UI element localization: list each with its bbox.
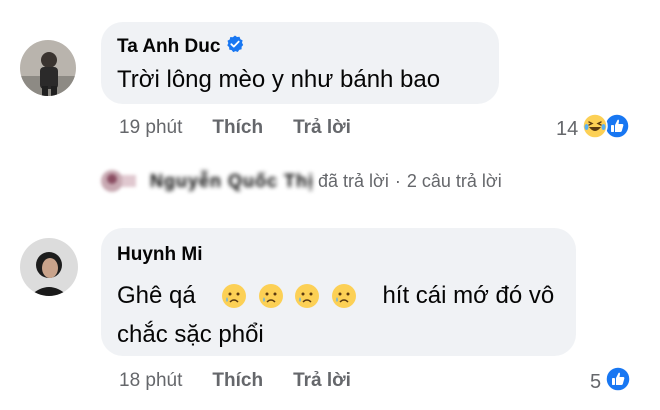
reply-button[interactable]: Trả lời: [293, 370, 351, 392]
like-button[interactable]: Thích: [212, 117, 263, 139]
reaction-summary[interactable]: 14: [556, 113, 630, 145]
reply-avatar[interactable]: [100, 167, 138, 195]
comment-text: Trời lông mèo y như bánh bao: [117, 66, 441, 93]
comment-text-line1-end: hít cái mớ đó vô: [382, 282, 555, 309]
reply-button[interactable]: Trả lời: [293, 117, 351, 139]
comment-text: Ghê qá hít cái mớ đó vô chắc sặc phổi: [117, 279, 554, 351]
reply-summary[interactable]: Nguyễn Quốc Thị đã trả lời · 2 câu trả l…: [100, 167, 502, 195]
reaction-count: 14: [556, 117, 579, 140]
crying-face-icon: [258, 283, 284, 318]
crying-face-icon: [221, 283, 247, 318]
crying-face-icon: [331, 283, 357, 318]
avatar[interactable]: [20, 238, 78, 296]
reply-separator: ·: [394, 170, 401, 191]
comment-author[interactable]: Ta Anh Duc: [117, 35, 244, 59]
like-button[interactable]: Thích: [212, 370, 263, 392]
like-icon: [605, 366, 631, 398]
avatar[interactable]: [20, 40, 76, 96]
reply-count-link[interactable]: 2 câu trả lời: [407, 171, 502, 192]
comment-author[interactable]: Huynh Mi: [117, 244, 203, 266]
reply-action-text: đã trả lời: [318, 170, 389, 191]
comment-bubble: Huynh Mi Ghê qá hít cái mớ đó vô chắc sặ…: [101, 228, 576, 356]
reaction-summary[interactable]: 5: [590, 366, 631, 398]
comment-meta: 19 phút Thích Trả lời: [119, 117, 351, 139]
crying-face-icon: [294, 283, 320, 318]
reply-author-name[interactable]: Nguyễn Quốc Thị: [150, 171, 314, 192]
reaction-count: 5: [590, 370, 602, 393]
comment-text-line2: chắc sặc phổi: [117, 321, 264, 348]
comment-meta: 18 phút Thích Trả lời: [119, 370, 351, 392]
comment-bubble: Ta Anh Duc Trời lông mèo y như bánh bao: [101, 22, 499, 104]
haha-icon: [582, 113, 608, 145]
comment-time[interactable]: 19 phút: [119, 117, 182, 139]
verified-badge-icon: [226, 35, 244, 59]
comment-time[interactable]: 18 phút: [119, 370, 182, 392]
comment-text-line1-start: Ghê qá: [117, 282, 196, 309]
